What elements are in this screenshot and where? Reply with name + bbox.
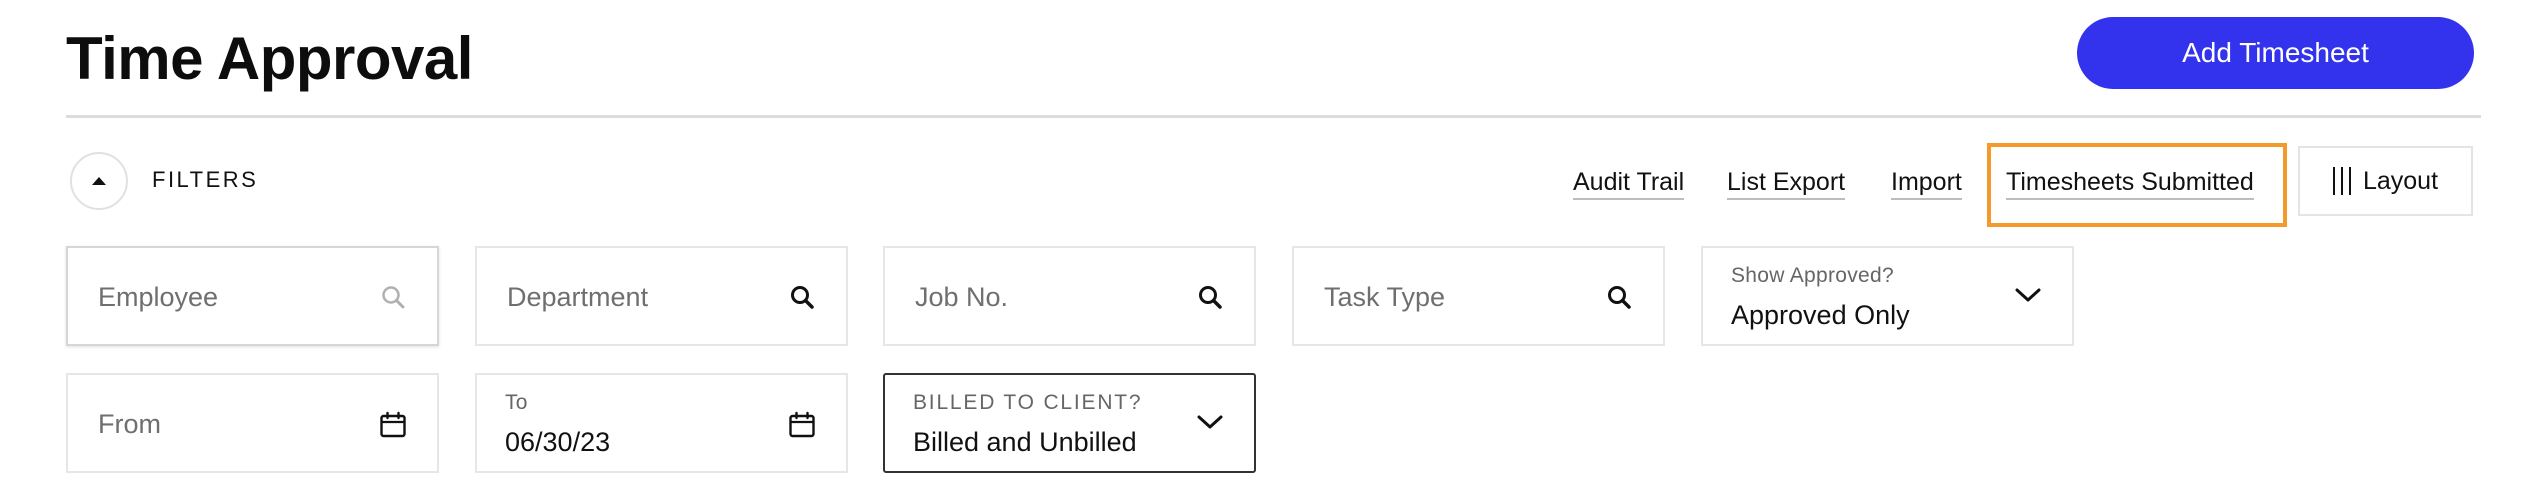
search-icon[interactable]: [1198, 284, 1224, 312]
list-export-link[interactable]: List Export: [1727, 168, 1846, 200]
caret-up-icon: [92, 177, 106, 185]
layout-label: Layout: [2362, 166, 2439, 195]
search-icon[interactable]: [1607, 284, 1633, 312]
job-no-placeholder: Job No.: [915, 282, 1009, 312]
show-approved-label: Show Approved?: [1731, 264, 1894, 287]
task-type-field[interactable]: Task Type: [1292, 246, 1665, 346]
calendar-icon[interactable]: [788, 411, 816, 439]
to-date-field[interactable]: To 06/30/23: [475, 373, 848, 473]
employee-placeholder: Employee: [98, 282, 219, 312]
to-label: To: [505, 391, 528, 414]
show-approved-select[interactable]: Show Approved? Approved Only: [1701, 246, 2074, 346]
show-approved-value: Approved Only: [1731, 300, 1910, 330]
filters-label: FILTERS: [152, 167, 259, 192]
header-divider: [66, 115, 2481, 118]
layout-button[interactable]: Layout: [2298, 146, 2473, 216]
columns-icon: [2332, 167, 2351, 195]
to-value: 06/30/23: [505, 427, 611, 457]
department-placeholder: Department: [507, 282, 649, 312]
add-timesheet-button[interactable]: Add Timesheet: [2077, 17, 2474, 89]
import-link[interactable]: Import: [1891, 168, 1962, 200]
task-type-placeholder: Task Type: [1324, 282, 1446, 312]
search-icon[interactable]: [790, 284, 816, 312]
billed-to-client-label: BILLED TO CLIENT?: [913, 391, 1143, 414]
filters-collapse-button[interactable]: [70, 152, 128, 210]
department-field[interactable]: Department: [475, 246, 848, 346]
page-title: Time Approval: [66, 25, 473, 92]
from-date-field[interactable]: From: [66, 373, 439, 473]
billed-to-client-select[interactable]: BILLED TO CLIENT? Billed and Unbilled: [883, 373, 1256, 473]
audit-trail-link[interactable]: Audit Trail: [1573, 168, 1685, 200]
time-approval-page: Time Approval Add Timesheet FILTERS Audi…: [0, 0, 2540, 500]
chevron-down-icon: [2015, 288, 2041, 302]
employee-field[interactable]: Employee: [66, 246, 439, 346]
timesheets-submitted-link[interactable]: Timesheets Submitted: [2006, 168, 2254, 200]
billed-to-client-value: Billed and Unbilled: [913, 427, 1137, 457]
search-icon: [382, 286, 405, 309]
chevron-down-icon: [1197, 415, 1223, 429]
calendar-icon[interactable]: [379, 411, 407, 439]
from-placeholder: From: [98, 409, 161, 439]
job-no-field[interactable]: Job No.: [883, 246, 1256, 346]
